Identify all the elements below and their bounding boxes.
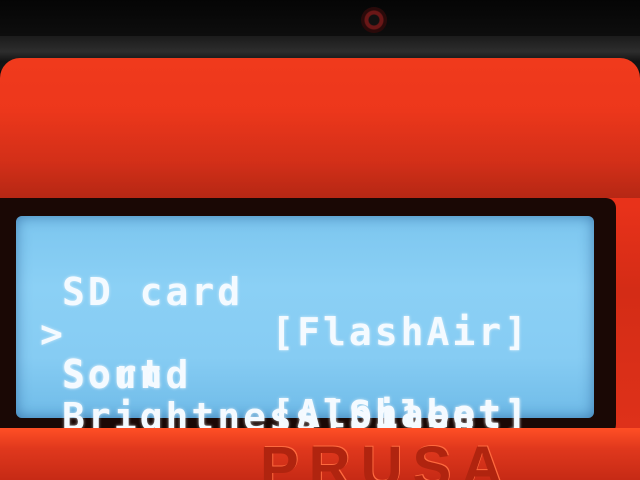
menu-item-sort[interactable]: > Sort [Alphabet] (0, 274, 578, 434)
status-led (361, 7, 387, 33)
menu-item-sd-card[interactable]: SD card [FlashAir] (0, 232, 578, 352)
housing-shadow-band (0, 108, 640, 198)
menu-item-sound[interactable]: Sound [Silent] (0, 315, 578, 435)
prusa-logo-text: PRUSA (260, 435, 514, 480)
menu-item-brightness[interactable]: Brightness → (0, 357, 578, 474)
